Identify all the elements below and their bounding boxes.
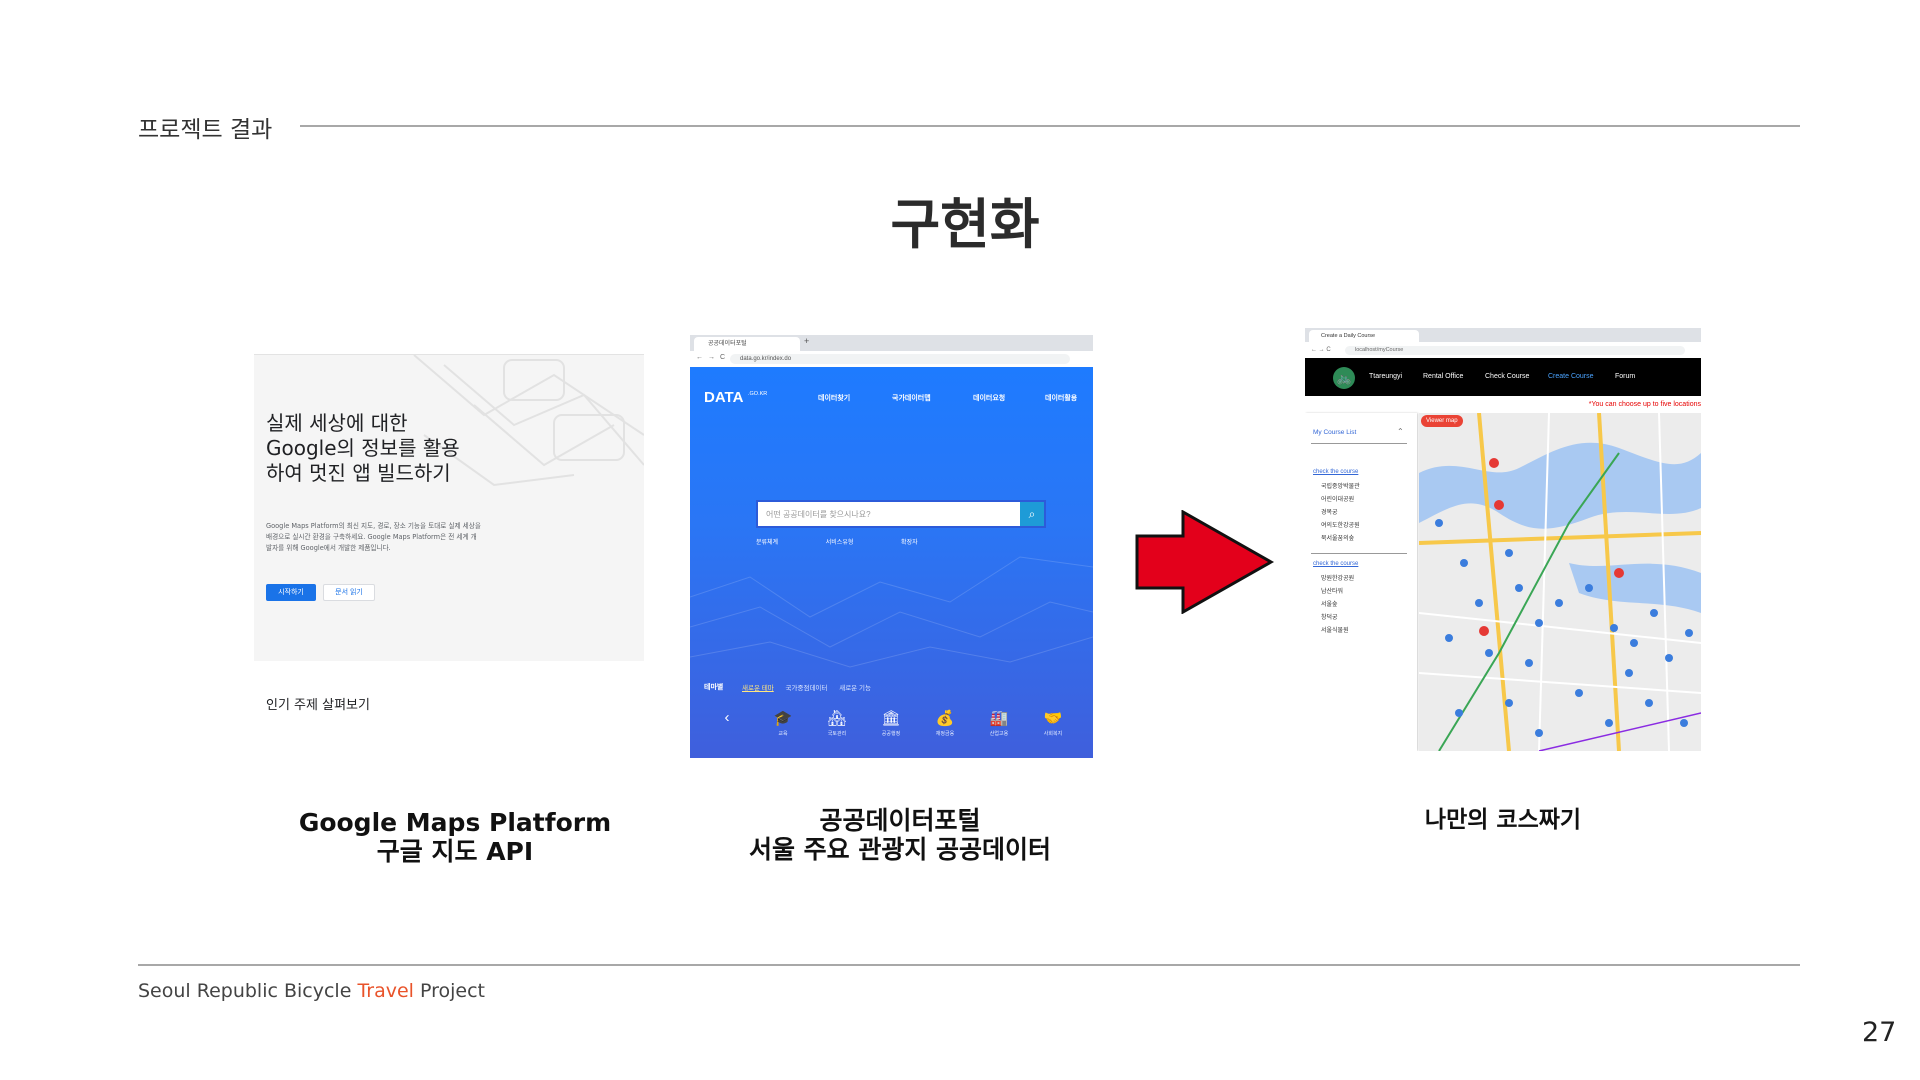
menu-item-data-map[interactable]: 국가데이터맵 xyxy=(892,393,931,403)
map-line-pattern xyxy=(413,355,644,487)
data-portal-main: DATA .GO.KR 데이터찾기 국가데이터맵 데이터요청 데이터활용 어떤 … xyxy=(690,367,1093,758)
caption-line: 나만의 코스짜기 xyxy=(1424,807,1582,833)
nav-rental-office[interactable]: Rental Office xyxy=(1423,373,1463,380)
address-bar: ←→C data.go.kr/index.do xyxy=(690,351,1093,367)
filter-extension[interactable]: 확장자 xyxy=(901,540,918,546)
right-arrow-icon xyxy=(1135,510,1275,614)
location-limit-note: *You can choose up to five locations xyxy=(1588,401,1701,408)
course-item[interactable]: 국립중앙박물관 xyxy=(1321,481,1360,490)
theme-icon-government[interactable]: 🏛 공공행정 xyxy=(874,709,908,737)
chevron-up-icon[interactable]: ⌃ xyxy=(1397,427,1404,436)
theme-icon-industry[interactable]: 🏭 산업고용 xyxy=(982,709,1016,737)
menu-item-find-data[interactable]: 데이터찾기 xyxy=(818,393,850,403)
popular-topics-link[interactable]: 인기 주제 살펴보기 xyxy=(266,694,370,713)
caption-line: 공공데이터포털 xyxy=(819,806,981,835)
address-bar: ← → C localhost/myCourse xyxy=(1305,342,1701,358)
bicycle-logo-icon[interactable]: 🚲 xyxy=(1333,367,1355,389)
new-tab-icon[interactable]: + xyxy=(804,336,809,346)
caption-google-maps: Google Maps Platform 구글 지도 API xyxy=(255,808,655,866)
nav-create-course[interactable]: Create Course xyxy=(1548,373,1594,380)
filter-category[interactable]: 분류체계 xyxy=(756,540,778,546)
caption-course-builder: 나만의 코스짜기 xyxy=(1305,806,1701,835)
government-icon: 🏛 xyxy=(881,710,901,727)
theme-icon-welfare[interactable]: 🤝 사회복지 xyxy=(1036,709,1070,737)
check-course-link-2[interactable]: check the course xyxy=(1313,561,1358,567)
google-maps-description: Google Maps Platform의 최신 지도, 경로, 장소 기능을 … xyxy=(266,522,481,552)
data-portal-logo[interactable]: DATA xyxy=(704,389,743,406)
theme-label: 테마별 xyxy=(704,684,724,691)
course-item[interactable]: 남산타워 xyxy=(1321,586,1343,595)
viewer-map-button[interactable]: Viewer map xyxy=(1421,415,1463,427)
theme-tab-feature[interactable]: 새로운 기능 xyxy=(839,685,871,692)
google-maps-screenshot: 실제 세상에 대한 Google의 정보를 활용하여 멋진 앱 빌드하기 Goo… xyxy=(254,354,644,734)
nav-ttareungyi[interactable]: Ttareungyi xyxy=(1369,373,1402,380)
sidebar-divider xyxy=(1311,443,1407,444)
url-field[interactable]: data.go.kr/index.do xyxy=(730,354,1070,364)
theme-icon-education[interactable]: 🎓 교육 xyxy=(766,709,800,737)
header-divider xyxy=(300,125,1800,127)
page-number: 27 xyxy=(1862,1017,1897,1048)
map-graphic xyxy=(1419,413,1701,751)
theme-icon-finance[interactable]: 💰 재정금융 xyxy=(928,709,962,737)
section-label: 프로젝트 결과 xyxy=(138,117,273,143)
sidebar-divider xyxy=(1311,553,1407,554)
course-navbar: 🚲 Ttareungyi Rental Office Check Course … xyxy=(1305,358,1701,396)
seoul-map[interactable]: Viewer map xyxy=(1419,413,1701,751)
menu-item-data-use[interactable]: 데이터활용 xyxy=(1045,393,1077,403)
google-maps-heading: 실제 세상에 대한 Google의 정보를 활용하여 멋진 앱 빌드하기 xyxy=(266,411,460,485)
google-maps-hero: 실제 세상에 대한 Google의 정보를 활용하여 멋진 앱 빌드하기 Goo… xyxy=(254,354,644,661)
graduation-cap-icon: 🎓 xyxy=(773,710,793,727)
data-search-input[interactable]: 어떤 공공데이터를 찾으시나요? ⌕ xyxy=(756,500,1046,528)
get-started-button[interactable]: 시작하기 xyxy=(266,584,316,601)
course-item[interactable]: 망원한강공원 xyxy=(1321,573,1354,582)
theme-tab-new[interactable]: 새로운 테마 xyxy=(742,685,774,692)
browser-nav-icons[interactable]: ← → C xyxy=(1311,342,1331,358)
data-portal-screenshot: 공공데이터포털 + ←→C data.go.kr/index.do DATA .… xyxy=(690,335,1093,758)
course-item[interactable]: 경복궁 xyxy=(1321,507,1338,516)
footer-accent-word: Travel xyxy=(357,980,414,1002)
browser-tab-bar: Create a Daily Course xyxy=(1305,328,1701,342)
footer-divider xyxy=(138,964,1800,966)
land-icon: 🏘 xyxy=(827,710,847,727)
slide-title: 구현화 xyxy=(890,193,1040,256)
caption-line: 서울 주요 관광지 공공데이터 xyxy=(748,835,1052,864)
browser-nav-icons[interactable]: ←→C xyxy=(696,354,730,361)
course-item[interactable]: 여의도한강공원 xyxy=(1321,520,1360,529)
menu-item-data-request[interactable]: 데이터요청 xyxy=(973,393,1005,403)
welfare-icon: 🤝 xyxy=(1043,710,1063,727)
course-item[interactable]: 북서울꿈의숲 xyxy=(1321,533,1354,542)
browser-tab[interactable]: Create a Daily Course xyxy=(1309,330,1419,342)
theme-icon-land[interactable]: 🏘 국토관리 xyxy=(820,709,854,737)
nav-check-course[interactable]: Check Course xyxy=(1485,373,1529,380)
caption-data-portal: 공공데이터포털 서울 주요 관광지 공공데이터 xyxy=(700,806,1100,864)
url-field[interactable]: localhost/myCourse xyxy=(1345,346,1685,355)
course-item[interactable]: 서울식물원 xyxy=(1321,625,1349,634)
course-item[interactable]: 어린이대공원 xyxy=(1321,494,1354,503)
course-builder-screenshot: Create a Daily Course ← → C localhost/my… xyxy=(1305,328,1701,751)
data-portal-logo-sub: .GO.KR xyxy=(748,391,768,397)
browser-tab[interactable]: 공공데이터포털 xyxy=(694,337,800,351)
caption-line: 구글 지도 API xyxy=(376,837,534,866)
theme-tabs: 새로운 테마 국가중점데이터 새로운 기능 xyxy=(742,682,871,692)
theme-tab-national[interactable]: 국가중점데이터 xyxy=(786,685,828,692)
browser-tab-bar: 공공데이터포털 + xyxy=(690,335,1093,351)
carousel-prev-icon[interactable]: ‹ xyxy=(710,709,744,726)
industry-icon: 🏭 xyxy=(989,710,1009,727)
footer-project-name: Seoul Republic Bicycle Travel Project xyxy=(138,980,485,1002)
caption-line: Google Maps Platform xyxy=(298,808,612,837)
course-item[interactable]: 서울숲 xyxy=(1321,599,1338,608)
finance-icon: 💰 xyxy=(935,710,955,727)
nav-forum[interactable]: Forum xyxy=(1615,373,1635,380)
search-placeholder: 어떤 공공데이터를 찾으시나요? xyxy=(766,510,871,519)
filter-service-type[interactable]: 서비스유형 xyxy=(826,540,854,546)
course-item[interactable]: 창덕궁 xyxy=(1321,612,1338,621)
background-wave-pattern xyxy=(690,556,1093,668)
my-course-list-header[interactable]: My Course List xyxy=(1313,429,1356,436)
search-icon[interactable]: ⌕ xyxy=(1020,502,1044,526)
read-docs-button[interactable]: 문서 읽기 xyxy=(323,584,375,601)
check-course-link[interactable]: check the course xyxy=(1313,469,1358,475)
course-sidebar: My Course List ⌃ check the course 국립중앙박물… xyxy=(1305,413,1417,751)
search-filters: 분류체계 서비스유형 확장자 xyxy=(756,537,918,546)
